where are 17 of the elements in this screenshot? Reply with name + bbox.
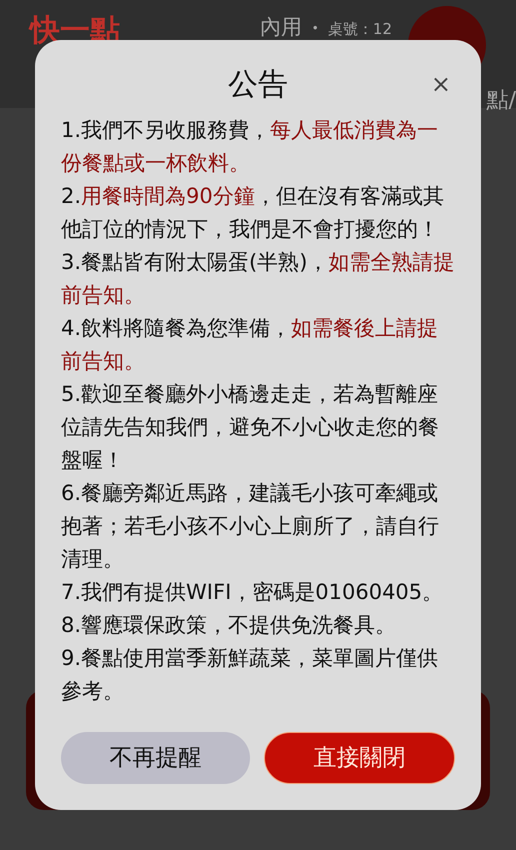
notice-item: 2.用餐時間為90分鐘，但在沒有客滿或其他訂位的情況下，我們是不會打擾您的！ (61, 183, 445, 243)
close-button[interactable]: × (426, 72, 455, 96)
dining-mode: 內用 (260, 14, 302, 41)
notice-item: 8.響應環保政策，不提供免洗餐具。 (61, 612, 398, 639)
notice-item: 6.餐廳旁鄰近馬路，建議毛小孩可牽繩或抱著；若毛小孩不小心上廁所了，請自行清理。 (61, 480, 440, 573)
category-tab[interactable]: 點/ (486, 84, 516, 117)
notice-item: 4.飲料將隨餐為您準備，如需餐後上請提前告知。 (61, 315, 440, 375)
table-number: 桌號：12 (328, 19, 392, 40)
dismiss-button[interactable]: 不再提醒 (61, 732, 250, 784)
close-dialog-button[interactable]: 直接關閉 (264, 732, 455, 784)
notice-item: 5.歡迎至餐廳外小橋邊走走，若為暫離座位請先告知我們，避免不小心收走您的餐盤喔！ (61, 381, 440, 474)
notice-item: 1.我們不另收服務費，每人最低消費為一份餐點或一杯飲料。 (61, 117, 440, 177)
dialog-title: 公告 (228, 70, 288, 100)
separator: ・ (306, 17, 324, 41)
notice-item: 3.餐點皆有附太陽蛋(半熟)，如需全熟請提前告知。 (61, 249, 455, 309)
notice-item: 9.餐點使用當季新鮮蔬菜，菜單圖片僅供參考。 (61, 645, 440, 705)
notice-item: 7.我們有提供WIFI，密碼是01060405。 (61, 579, 444, 606)
